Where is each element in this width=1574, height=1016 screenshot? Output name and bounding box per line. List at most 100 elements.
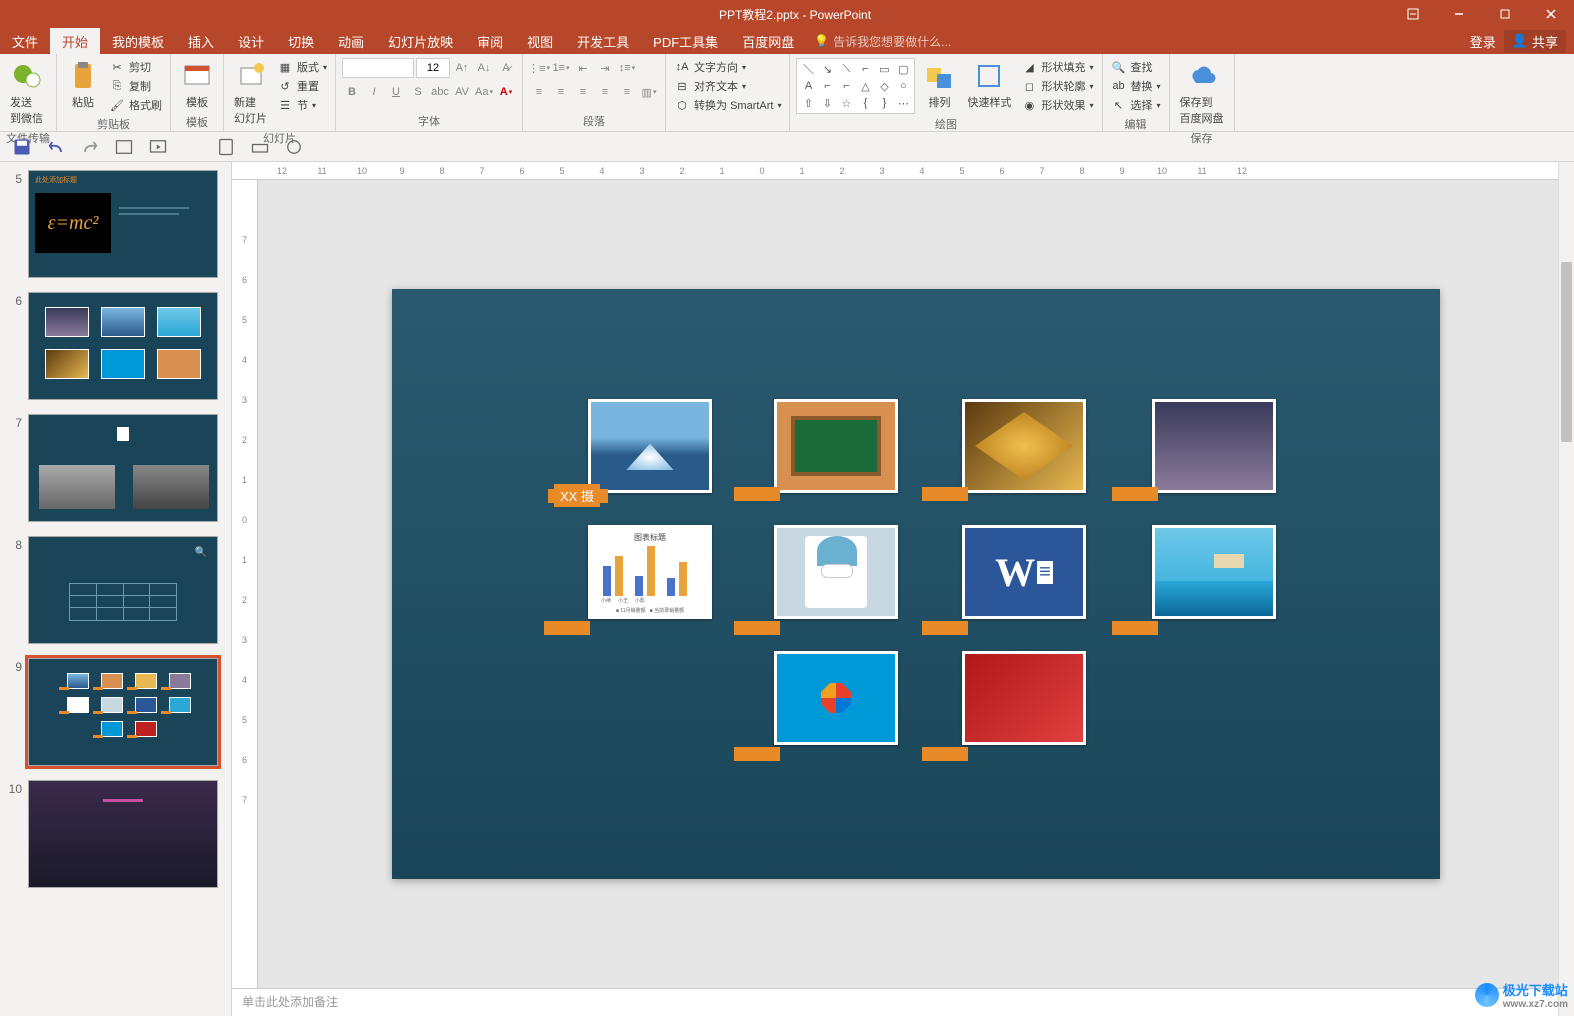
tab-developer[interactable]: 开发工具	[565, 28, 641, 54]
line-spacing-button[interactable]: ↕≡	[617, 58, 637, 78]
tab-file[interactable]: 文件	[0, 28, 50, 54]
login-link[interactable]: 登录	[1470, 32, 1496, 51]
italic-button[interactable]: I	[364, 82, 384, 102]
spacing-button[interactable]: AV	[452, 82, 472, 102]
thumbnail-item[interactable]: 6	[0, 288, 231, 410]
shape-elbow-icon[interactable]: ⌐	[818, 78, 836, 94]
gallery-card[interactable]: 图表标题小续 小王 小影■ 11月销量额 ■ 当前录销量额	[588, 525, 712, 619]
tab-home[interactable]: 开始	[50, 28, 100, 54]
tab-view[interactable]: 视图	[515, 28, 565, 54]
thumbnail-item[interactable]: 5 此处添加标题 ε=mc²	[0, 166, 231, 288]
thumbnail-item[interactable]: 10	[0, 776, 231, 898]
notes-pane[interactable]: 单击此处添加备注	[232, 988, 1574, 1016]
select-button[interactable]: ↖选择▾	[1109, 96, 1163, 114]
shape-more-icon[interactable]: ⋯	[894, 95, 912, 111]
qat-icon-2[interactable]	[250, 137, 270, 157]
bold-button[interactable]: B	[342, 82, 362, 102]
align-center-button[interactable]: ≡	[551, 82, 571, 102]
close-icon[interactable]	[1528, 0, 1574, 28]
increase-font-button[interactable]: A↑	[452, 58, 472, 78]
font-family-select[interactable]	[342, 58, 414, 78]
thumbnail-panel[interactable]: 5 此处添加标题 ε=mc² 6 7	[0, 162, 232, 1016]
text-direction-button[interactable]: ↕A文字方向▾	[672, 58, 783, 76]
paste-button[interactable]: 粘贴	[63, 58, 103, 112]
replace-button[interactable]: ab替换▾	[1109, 77, 1163, 95]
gallery-card[interactable]	[962, 399, 1086, 493]
tab-baidu[interactable]: 百度网盘	[730, 28, 806, 54]
touch-mode-button[interactable]	[216, 137, 236, 157]
redo-button[interactable]	[80, 137, 100, 157]
tab-transitions[interactable]: 切换	[276, 28, 326, 54]
shape-outline-button[interactable]: ◻形状轮廓▾	[1019, 77, 1095, 95]
send-to-wechat-button[interactable]: 发送 到微信	[6, 58, 47, 128]
shape-arrow-up-icon[interactable]: ⇧	[799, 95, 817, 111]
gallery-card[interactable]	[962, 651, 1086, 745]
share-button[interactable]: 👤 共享	[1504, 30, 1566, 53]
align-left-button[interactable]: ≡	[529, 82, 549, 102]
shape-effects-button[interactable]: ◉形状效果▾	[1019, 96, 1095, 114]
gallery-card[interactable]	[774, 651, 898, 745]
gallery-card[interactable]	[774, 399, 898, 493]
shape-triangle-icon[interactable]: △	[856, 78, 874, 94]
align-text-button[interactable]: ⊟对齐文本▾	[672, 77, 783, 95]
tab-review[interactable]: 审阅	[465, 28, 515, 54]
font-color-button[interactable]: A	[496, 82, 516, 102]
justify-button[interactable]: ≡	[595, 82, 615, 102]
shape-line-icon[interactable]: ＼	[799, 61, 817, 77]
save-to-baidu-button[interactable]: 保存到 百度网盘	[1176, 58, 1228, 128]
thumbnail-item[interactable]: 8 🔍	[0, 532, 231, 654]
format-painter-button[interactable]: 🖌格式刷	[107, 96, 164, 114]
maximize-icon[interactable]	[1482, 0, 1528, 28]
bullets-button[interactable]: ⋮≡	[529, 58, 549, 78]
qat-icon-3[interactable]	[284, 137, 304, 157]
shape-connector-icon[interactable]: ⌐	[856, 61, 874, 77]
shape-brace-r-icon[interactable]: }	[875, 95, 893, 111]
tab-design[interactable]: 设计	[226, 28, 276, 54]
indent-button[interactable]: ⇥	[595, 58, 615, 78]
shape-line2-icon[interactable]: ⟍	[837, 61, 855, 77]
slideshow-button[interactable]	[148, 137, 168, 157]
tab-slideshow[interactable]: 幻灯片放映	[376, 28, 465, 54]
gallery-card[interactable]: XX 摄	[588, 399, 712, 493]
shape-circle-icon[interactable]: ○	[894, 78, 912, 94]
copy-button[interactable]: ⎘复制	[107, 77, 164, 95]
thumbnail-item[interactable]: 7	[0, 410, 231, 532]
arrange-button[interactable]: 排列	[919, 58, 959, 112]
tab-insert[interactable]: 插入	[176, 28, 226, 54]
tab-mytemplates[interactable]: 我的模板	[100, 28, 176, 54]
undo-button[interactable]	[46, 137, 66, 157]
tab-animations[interactable]: 动画	[326, 28, 376, 54]
slide[interactable]: XX 摄图表标题小续 小王 小影■ 11月销量额 ■ 当前录销量额 W≡	[392, 289, 1440, 879]
tab-pdftools[interactable]: PDF工具集	[641, 28, 730, 54]
shape-brace-l-icon[interactable]: {	[856, 95, 874, 111]
find-button[interactable]: 🔍查找	[1109, 58, 1163, 76]
decrease-font-button[interactable]: A↓	[474, 58, 494, 78]
gallery-card[interactable]	[1152, 525, 1276, 619]
outdent-button[interactable]: ⇤	[573, 58, 593, 78]
new-slide-button[interactable]: 新建 幻灯片	[230, 58, 271, 128]
layout-button[interactable]: ▦版式▾	[275, 58, 329, 76]
numbering-button[interactable]: 1≡	[551, 58, 571, 78]
clear-format-button[interactable]: A̷	[496, 58, 516, 78]
shape-diamond-icon[interactable]: ◇	[875, 78, 893, 94]
columns-button[interactable]: ▥	[639, 82, 659, 102]
gallery-card[interactable]	[1152, 399, 1276, 493]
reset-button[interactable]: ↺重置	[275, 77, 329, 95]
quick-styles-button[interactable]: 快速样式	[963, 58, 1015, 112]
shape-elbow2-icon[interactable]: ⌐	[837, 78, 855, 94]
shape-arrow-down-icon[interactable]: ⇩	[818, 95, 836, 111]
tell-me-search[interactable]: 💡 告诉我您想要做什么...	[806, 33, 951, 50]
template-button[interactable]: 模板	[177, 58, 217, 112]
qat-icon-1[interactable]	[114, 137, 134, 157]
strike-button[interactable]: S	[408, 82, 428, 102]
font-size-select[interactable]	[416, 58, 450, 78]
shape-roundrect-icon[interactable]: ▢	[894, 61, 912, 77]
section-button[interactable]: ☰节▾	[275, 96, 329, 114]
gallery-card[interactable]	[774, 525, 898, 619]
gallery-card[interactable]: W≡	[962, 525, 1086, 619]
shape-fill-button[interactable]: ◢形状填充▾	[1019, 58, 1095, 76]
vertical-scrollbar[interactable]	[1558, 162, 1574, 1016]
shape-star-icon[interactable]: ☆	[837, 95, 855, 111]
distribute-button[interactable]: ≡	[617, 82, 637, 102]
minimize-icon[interactable]	[1436, 0, 1482, 28]
